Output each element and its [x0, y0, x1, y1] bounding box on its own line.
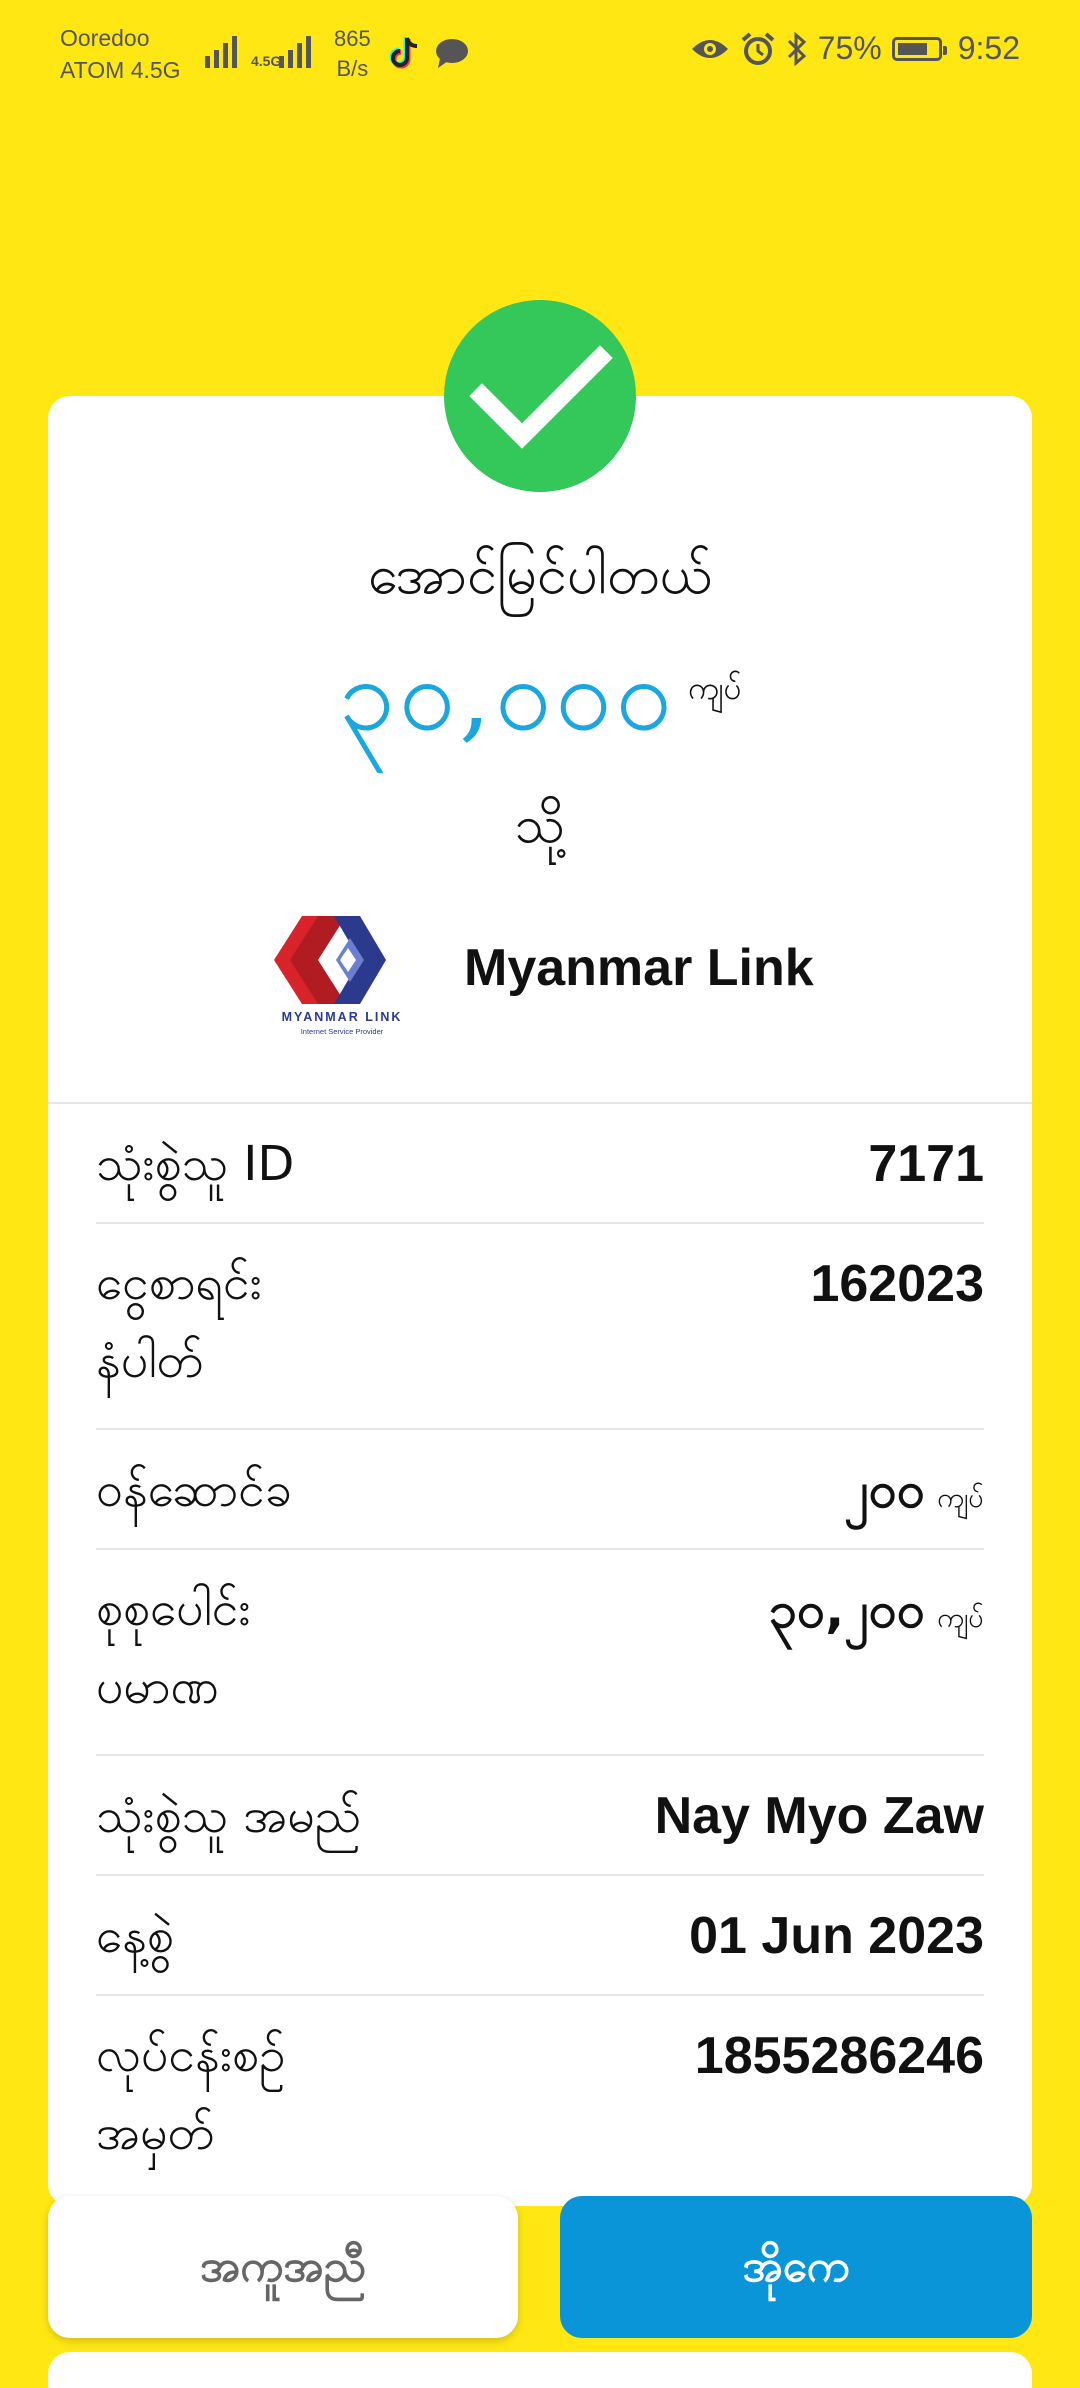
detail-label: ဝန်ဆောင်ခ	[96, 1462, 292, 1518]
amount-value: ၃၀,၀၀၀	[338, 636, 676, 753]
service-fee-unit: ကျပ်	[937, 1481, 984, 1514]
detail-value: 1855286246	[695, 2016, 984, 2096]
alarm-icon	[741, 31, 774, 65]
transaction-id-value: 1855286246	[694, 2027, 984, 2085]
detail-row-service-fee: ဝန်ဆောင်ခ ၂၀၀ ကျပ်	[96, 1430, 984, 1550]
card-bottom	[48, 2352, 1032, 2388]
eye-icon	[691, 39, 728, 58]
account-number-value: 162023	[810, 1255, 984, 1313]
to-label: သို့	[514, 795, 566, 855]
help-button[interactable]: အကူအညီ	[48, 2196, 518, 2338]
detail-row-date: နေ့စွဲ 01 Jun 2023	[96, 1876, 984, 1996]
logo-text: MYANMAR LINK	[282, 1010, 403, 1024]
status-right: 75% 9:52	[690, 30, 1020, 67]
ok-button[interactable]: အိုကေ	[560, 2196, 1032, 2338]
logo-subtext: Internet Service Provider	[301, 1027, 384, 1036]
bluetooth-icon	[787, 31, 806, 66]
detail-value: 7171	[868, 1104, 984, 1224]
clock-time: 9:52	[957, 30, 1020, 66]
detail-value: Nay Myo Zaw	[655, 1756, 984, 1876]
battery-icon	[891, 36, 947, 61]
user-id-value: 7171	[868, 1135, 984, 1193]
detail-label: သုံးစွဲသူ ID	[96, 1136, 295, 1192]
carrier-info: Ooredoo ATOM 4.5G	[60, 22, 181, 86]
message-icon	[436, 39, 468, 68]
myanmar-link-logo: MYANMAR LINK Internet Service Provider	[274, 916, 403, 1036]
merchant-name: Myanmar Link	[464, 939, 814, 997]
date-value: 01 Jun 2023	[689, 1907, 984, 1965]
signal-icons: 4.5G	[205, 30, 312, 69]
detail-value: 162023	[810, 1244, 984, 1324]
net-speed-value: 865	[334, 26, 371, 51]
detail-value: 01 Jun 2023	[689, 1876, 984, 1996]
detail-row-total-amount: စုစုပေါင်း ပမာဏ ၃၀,၂၀၀ ကျပ်	[96, 1550, 984, 1756]
detail-row-user-id: သုံးစွဲသူ ID 7171	[96, 1104, 984, 1224]
data-signal-icon: 4.5G	[251, 30, 312, 69]
amount-row: ၃၀,၀၀၀ ကျပ်	[0, 630, 1080, 778]
carrier-network: ATOM 4.5G	[60, 57, 181, 83]
detail-value: ၂၀၀ ကျပ်	[844, 1430, 984, 1558]
carrier-name: Ooredoo	[60, 25, 150, 51]
transaction-details: သုံးစွဲသူ ID 7171 ငွေစာရင်း နံပါတ် 16202…	[96, 1104, 984, 2202]
total-amount-value: ၃၀,၂၀၀	[769, 1581, 926, 1639]
detail-label: သုံးစွဲသူ အမည်	[96, 1788, 362, 1844]
total-amount-unit: ကျပ်	[937, 1601, 984, 1634]
success-title: အောင်မြင်ပါတယ်	[368, 543, 712, 606]
network-type-label: 4.5G	[251, 53, 282, 69]
detail-label: စုစုပေါင်း ပမာဏ	[96, 1581, 251, 1715]
user-name-value: Nay Myo Zaw	[654, 1787, 984, 1845]
amount-unit: ကျပ်	[687, 669, 742, 707]
detail-label: လုပ်ငန်းစဉ် အမှတ်	[96, 2027, 286, 2161]
status-bar: Ooredoo ATOM 4.5G 4.5G 865 B/s 75% 9:52	[0, 0, 1080, 110]
detail-label: ငွေစာရင်း နံပါတ်	[96, 1255, 262, 1389]
signal-strength-icon	[205, 30, 237, 68]
detail-value: ၃၀,၂၀၀ ကျပ်	[769, 1570, 984, 1658]
detail-row-user-name: သုံးစွဲသူ အမည် Nay Myo Zaw	[96, 1756, 984, 1876]
net-speed-unit: B/s	[336, 56, 369, 81]
tiktok-icon	[389, 37, 418, 69]
network-speed: 865 B/s	[334, 24, 371, 84]
detail-label: နေ့စွဲ	[96, 1908, 174, 1964]
service-fee-value: ၂၀၀	[844, 1461, 926, 1519]
detail-row-transaction-id: လုပ်ငန်းစဉ် အမှတ် 1855286246	[96, 1996, 984, 2202]
success-check-icon	[444, 300, 636, 492]
battery-percent: 75%	[817, 30, 882, 66]
detail-row-account-number: ငွေစာရင်း နံပါတ် 162023	[96, 1224, 984, 1430]
